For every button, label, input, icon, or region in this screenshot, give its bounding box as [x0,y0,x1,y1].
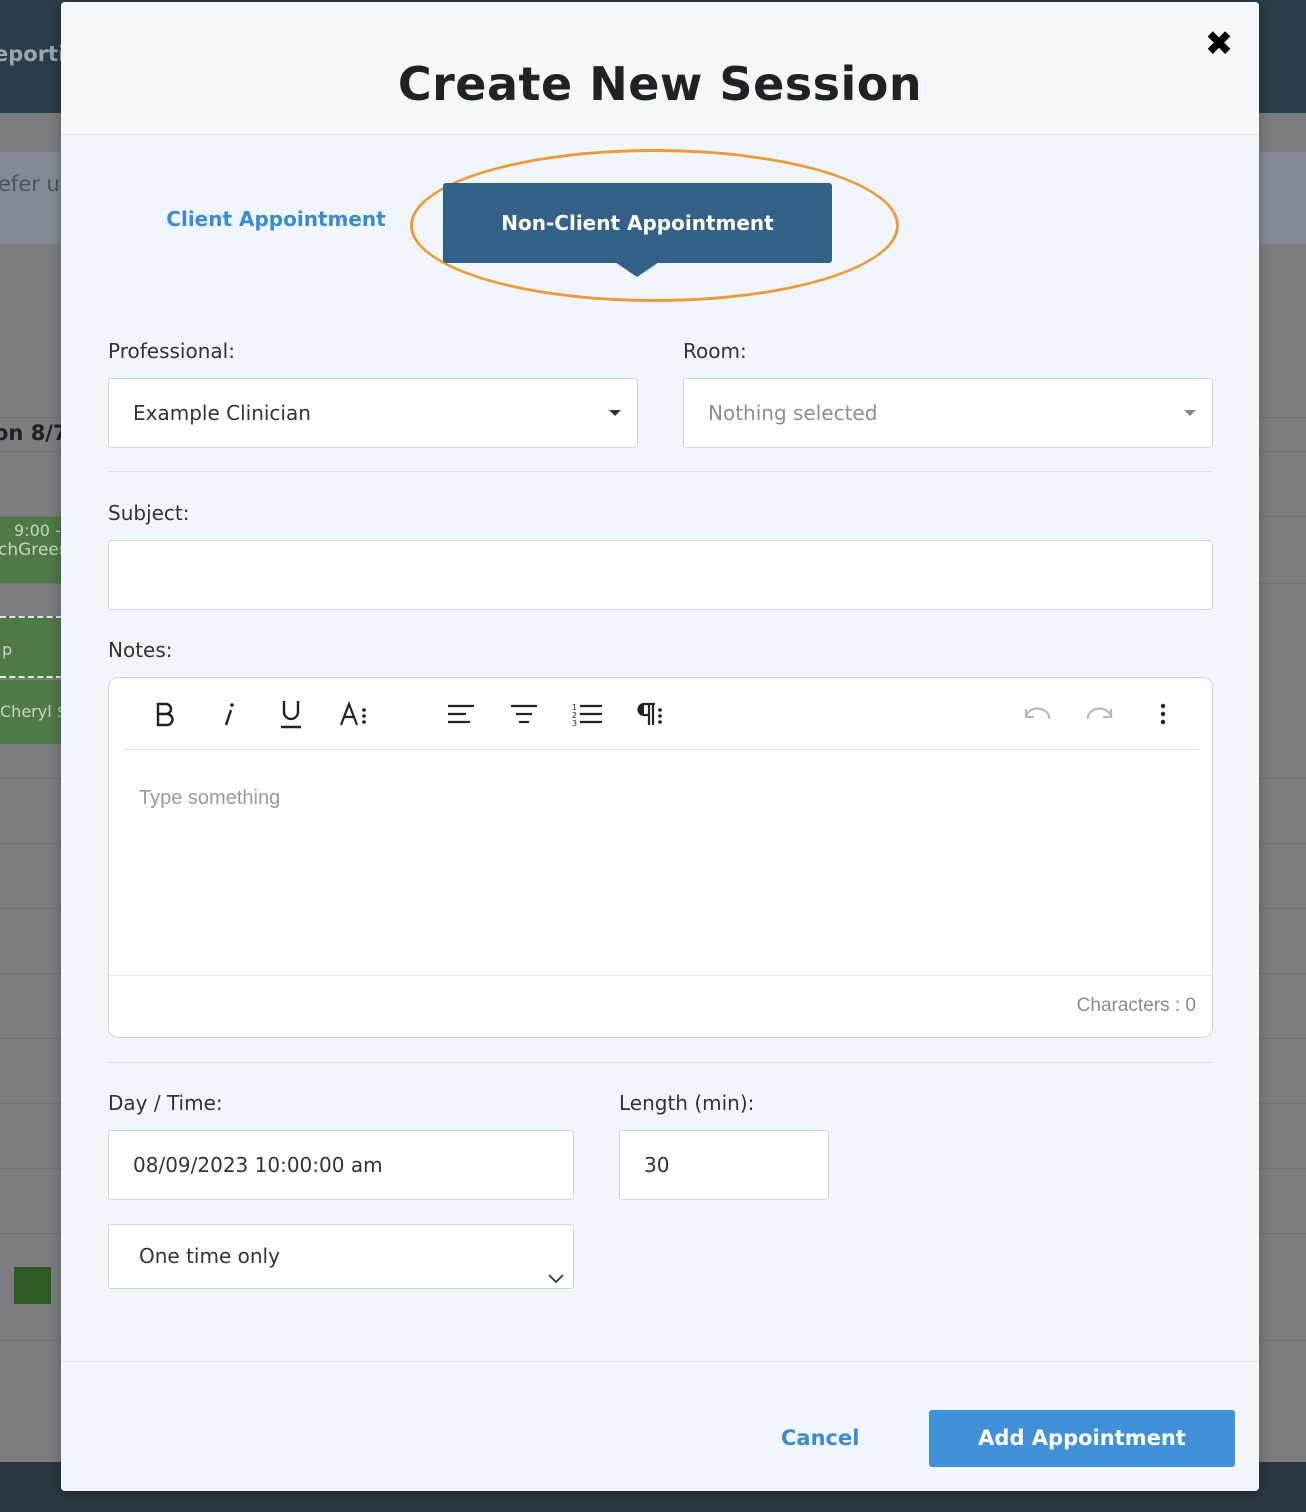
active-tab-pointer [615,262,659,277]
daytime-label: Day / Time: [108,1091,223,1115]
caret-down-icon [609,410,621,416]
background-date-label: on 8/7 [0,421,68,445]
recurrence-select[interactable]: One time only [108,1224,574,1289]
align-center-icon[interactable] [504,696,544,732]
bold-icon[interactable] [145,696,185,732]
notes-label: Notes: [108,638,173,662]
background-legend-swatch [14,1267,51,1304]
modal-header: Create New Session ✖ [61,2,1259,135]
background-event: Cheryl $ [0,680,62,744]
length-input[interactable]: 30 [619,1130,829,1200]
undo-icon[interactable] [1017,696,1057,732]
font-size-icon[interactable] [334,696,374,732]
modal-title: Create New Session [397,57,923,111]
subject-label: Subject: [108,501,190,525]
room-label: Room: [683,339,747,363]
professional-select-value: Example Clinician [133,401,311,425]
cancel-button[interactable]: Cancel [781,1426,859,1450]
caret-down-icon [1184,410,1196,416]
subject-input[interactable] [108,540,1213,610]
close-icon[interactable]: ✖ [1199,24,1239,64]
background-event: 9:00 - chGreen [0,517,62,583]
align-left-icon[interactable] [441,696,481,732]
svg-text:3: 3 [572,719,577,726]
redo-icon[interactable] [1080,696,1120,732]
underline-icon[interactable] [271,696,311,732]
background-event-time: 9:00 - [14,521,61,540]
ordered-list-icon[interactable]: 123 [567,696,607,732]
background-event-name: chGreen [0,540,62,560]
background-event-text: Cheryl $ [0,702,62,721]
professional-select[interactable]: Example Clinician [108,378,638,448]
divider [108,1062,1213,1063]
tab-client-appointment[interactable]: Client Appointment [161,207,391,231]
chevron-down-icon [547,1247,565,1310]
character-count: Characters : 0 [109,975,1212,1037]
background-nav-text: eporti [0,42,66,66]
notes-editor: 123 Type something Characters : 0 [108,677,1213,1038]
room-select[interactable]: Nothing selected [683,378,1213,448]
editor-toolbar: 123 [123,678,1199,750]
recurrence-select-value: One time only [139,1244,280,1268]
daytime-input[interactable]: 08/09/2023 10:00:00 am [108,1130,574,1200]
italic-icon[interactable] [208,696,248,732]
room-select-placeholder: Nothing selected [708,401,878,425]
add-appointment-button[interactable]: Add Appointment [929,1410,1235,1467]
notes-textarea[interactable]: Type something [109,751,1212,975]
professional-label: Professional: [108,339,235,363]
paragraph-icon[interactable] [630,696,670,732]
more-options-icon[interactable] [1143,696,1183,732]
tab-non-client-appointment[interactable]: Non-Client Appointment [443,183,832,263]
length-label: Length (min): [619,1091,755,1115]
create-session-modal: Create New Session ✖ Client Appointment … [61,2,1259,1491]
background-event-text: p [2,640,13,659]
background-event: p [0,616,62,678]
divider [108,471,1213,472]
